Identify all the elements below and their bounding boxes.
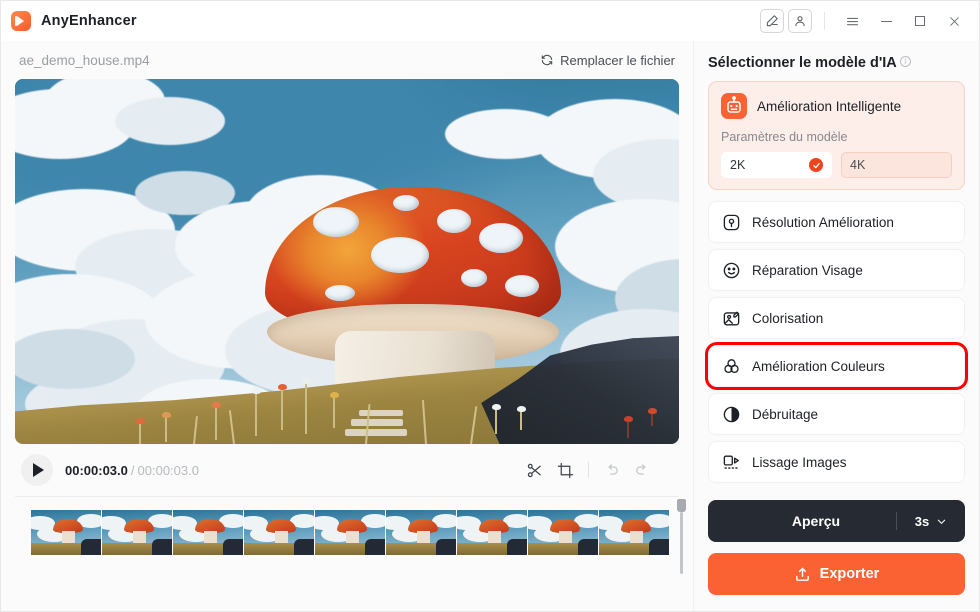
action-buttons: Aperçu 3s Exporter [708, 500, 965, 611]
model-item-frame-smoothing[interactable]: Lissage Images [708, 441, 965, 483]
edit-button[interactable] [760, 9, 784, 33]
filmstrip-thumbnail[interactable] [31, 510, 102, 555]
menu-button[interactable] [837, 7, 867, 35]
close-button[interactable] [939, 7, 969, 35]
pen-edit-icon [765, 14, 779, 28]
frame-smoothing-icon [722, 453, 741, 472]
main-body: ae_demo_house.mp4 Remplacer le fichier 0… [1, 41, 979, 611]
scissors-icon[interactable] [526, 462, 543, 479]
window-controls [760, 7, 969, 35]
video-preview[interactable] [15, 79, 679, 444]
editor-panel: ae_demo_house.mp4 Remplacer le fichier 0… [1, 41, 693, 611]
account-button[interactable] [788, 9, 812, 33]
model-list: Résolution Amélioration Réparation Visag… [705, 201, 968, 483]
minimize-button[interactable] [871, 7, 901, 35]
resolution-option-2k[interactable]: 2K [721, 152, 832, 178]
playhead-line [679, 512, 683, 574]
titlebar-divider [824, 12, 825, 30]
model-item-face-repair[interactable]: Réparation Visage [708, 249, 965, 291]
model-item-label: Débruitage [752, 406, 819, 422]
featured-model-card[interactable]: Amélioration Intelligente Paramètres du … [708, 81, 965, 190]
crop-icon[interactable] [557, 462, 574, 479]
robot-icon [721, 93, 747, 119]
title-bar: AnyEnhancer [1, 1, 979, 41]
featured-model-header: Amélioration Intelligente [721, 93, 952, 119]
resolution-icon [722, 213, 741, 232]
file-name: ae_demo_house.mp4 [19, 52, 150, 68]
featured-model-title: Amélioration Intelligente [757, 98, 902, 114]
timeline[interactable] [15, 496, 686, 611]
smiley-face-icon [722, 261, 741, 280]
playhead-handle[interactable] [677, 499, 686, 512]
tools-divider [588, 462, 589, 478]
model-item-colorization[interactable]: Colorisation [708, 297, 965, 339]
maximize-icon [915, 16, 925, 26]
anyenhancer-window: AnyEnhancer ae_demo_house.mp4 Remplacer … [0, 0, 980, 612]
filmstrip-thumbnail[interactable] [315, 510, 386, 555]
filmstrip-thumbnail[interactable] [173, 510, 244, 555]
model-item-color-enhancement[interactable]: Amélioration Couleurs [705, 342, 968, 390]
edit-tools [526, 462, 673, 479]
panel-title: Sélectionner le modèle d'IA [708, 55, 897, 71]
resolution-options: 2K 4K [721, 152, 952, 178]
ai-model-panel: Sélectionner le modèle d'IA i Améliorati… [693, 41, 979, 611]
model-item-label: Réparation Visage [752, 262, 863, 278]
current-time: 00:00:03.0 [65, 462, 128, 478]
replace-file-label: Remplacer le fichier [560, 52, 675, 68]
parameters-label: Paramètres du modèle [721, 130, 848, 144]
replace-file-button[interactable]: Remplacer le fichier [540, 53, 675, 68]
model-item-resolution[interactable]: Résolution Amélioration [708, 201, 965, 243]
preview-duration-selector[interactable]: 3s [897, 514, 965, 529]
refresh-icon [540, 53, 554, 67]
maximize-button[interactable] [905, 7, 935, 35]
filmstrip-thumbnail[interactable] [457, 510, 528, 555]
timeline-playhead[interactable] [677, 499, 686, 577]
check-icon [809, 158, 823, 172]
upload-icon [794, 566, 811, 583]
panel-header: Sélectionner le modèle d'IA i [708, 55, 965, 71]
preview-duration-value: 3s [914, 513, 930, 529]
app-title: AnyEnhancer [41, 13, 137, 29]
filmstrip-thumbnail[interactable] [386, 510, 457, 555]
resolution-option-4k-label: 4K [850, 158, 866, 172]
filmstrip-thumbnail[interactable] [102, 510, 173, 555]
model-item-label: Lissage Images [752, 454, 847, 470]
info-icon[interactable]: i [899, 56, 911, 67]
chevron-down-icon [936, 516, 947, 527]
person-icon [793, 14, 807, 28]
file-row: ae_demo_house.mp4 Remplacer le fichier [15, 41, 679, 79]
video-frame-image [15, 79, 679, 444]
filmstrip-thumbnail[interactable] [528, 510, 599, 555]
colorize-image-icon [722, 309, 741, 328]
total-time: 00:00:03.0 [137, 462, 199, 478]
color-circles-icon [722, 357, 741, 376]
hamburger-menu-icon [845, 14, 860, 29]
preview-button-label: Aperçu [791, 513, 841, 529]
export-button[interactable]: Exporter [708, 553, 965, 595]
time-separator: / [130, 462, 135, 478]
filmstrip-thumbnail[interactable] [244, 510, 315, 555]
anyenhancer-logo-icon [11, 11, 31, 31]
resolution-option-4k[interactable]: 4K [841, 152, 952, 178]
contrast-circle-icon [722, 405, 741, 424]
undo-icon[interactable] [603, 462, 620, 479]
export-button-label: Exporter [819, 566, 880, 582]
filmstrip[interactable] [31, 510, 671, 555]
filmstrip-thumbnail[interactable] [599, 510, 670, 555]
resolution-option-2k-label: 2K [730, 158, 746, 172]
close-icon [948, 15, 961, 28]
model-item-label: Résolution Amélioration [752, 214, 894, 230]
minimize-icon [880, 20, 892, 22]
model-item-label: Amélioration Couleurs [752, 358, 885, 374]
preview-button[interactable]: Aperçu 3s [708, 500, 965, 542]
transport-bar: 00:00:03.0 / 00:00:03.0 [15, 444, 679, 496]
play-button[interactable] [21, 454, 53, 486]
model-item-denoise[interactable]: Débruitage [708, 393, 965, 435]
model-item-label: Colorisation [752, 310, 824, 326]
redo-icon[interactable] [634, 462, 651, 479]
